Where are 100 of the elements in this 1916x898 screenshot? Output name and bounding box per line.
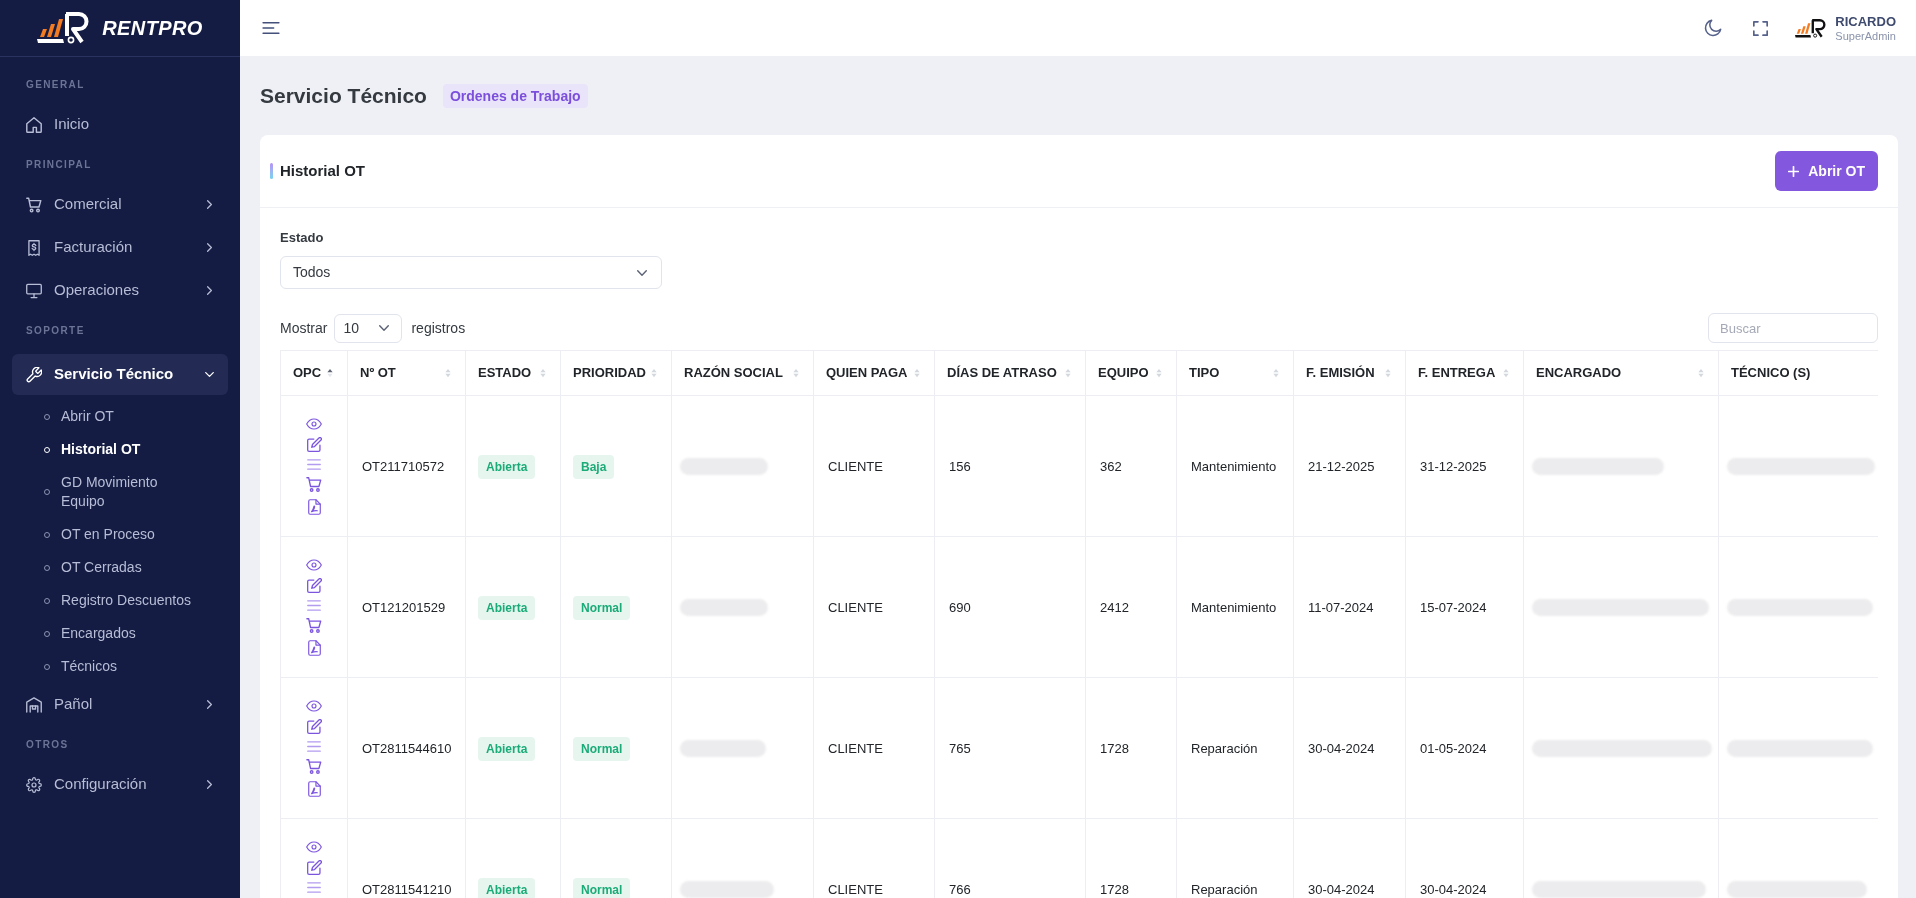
cart-icon[interactable] — [306, 476, 322, 492]
nav-item[interactable]: Servicio Técnico — [12, 354, 228, 395]
menu-icon[interactable] — [262, 21, 280, 35]
column-header[interactable]: EQUIPO — [1085, 350, 1177, 396]
column-header[interactable]: DÍAS DE ATRASO — [934, 350, 1086, 396]
table-cell: 15-07-2024 — [1420, 600, 1487, 615]
table-cell: 30-04-2024 — [1308, 882, 1375, 897]
column-header[interactable]: F. ENTREGA — [1405, 350, 1524, 396]
chevron-down-icon — [379, 325, 390, 331]
column-header[interactable]: F. EMISIÓN — [1293, 350, 1406, 396]
table-cell: CLIENTE — [828, 459, 883, 474]
nav-item[interactable]: Facturación — [12, 226, 228, 269]
table-cell: 156 — [949, 459, 971, 474]
home-icon — [26, 116, 42, 133]
table-cell: Mantenimiento — [1191, 600, 1277, 615]
table-cell: 30-04-2024 — [1420, 882, 1487, 897]
submenu-item[interactable]: Abrir OT — [44, 400, 220, 433]
section-label: SOPORTE — [26, 324, 85, 338]
moon-icon[interactable] — [1704, 19, 1723, 37]
column-header[interactable]: ENCARGADO — [1523, 350, 1719, 396]
pdf-file-icon[interactable] — [307, 639, 321, 656]
table-cell: 766 — [949, 882, 971, 897]
column-header[interactable]: RAZÓN SOCIAL — [671, 350, 814, 396]
table-cell: 11-07-2024 — [1308, 600, 1374, 615]
monitor-icon — [26, 282, 42, 299]
page-size-select[interactable]: 10 — [334, 313, 403, 343]
chevron-down-icon — [637, 269, 647, 276]
cart-icon[interactable] — [306, 617, 322, 633]
page-size-label: Mostrar — [280, 318, 328, 338]
gear-icon — [26, 776, 42, 793]
status-badge: Abierta — [478, 736, 536, 761]
submenu-item[interactable]: OT Cerradas — [44, 551, 220, 584]
column-header[interactable]: QUIEN PAGA — [813, 350, 935, 396]
nav-item[interactable]: Comercial — [12, 183, 228, 226]
card-title: Historial OT — [280, 160, 365, 181]
nav-item[interactable]: Operaciones — [12, 269, 228, 312]
edit-icon[interactable] — [306, 577, 322, 593]
table-cell: 690 — [949, 600, 971, 615]
plus-icon — [1788, 165, 1800, 177]
submenu-item[interactable]: Encargados — [44, 617, 220, 650]
cart-icon — [26, 196, 42, 213]
column-header[interactable]: Nº OT — [347, 350, 466, 396]
nav-item[interactable]: Pañol — [12, 683, 228, 726]
eye-icon[interactable] — [306, 417, 322, 430]
priority-badge: Baja — [573, 454, 615, 479]
avatar-icon — [1795, 18, 1828, 38]
table-cell: 31-12-2025 — [1420, 459, 1487, 474]
table-cell: OT2811541210 — [362, 882, 452, 897]
section-label: PRINCIPAL — [26, 158, 92, 172]
table-cell: CLIENTE — [828, 600, 883, 615]
table-cell: Mantenimiento — [1191, 459, 1277, 474]
table-cell: 362 — [1100, 459, 1122, 474]
submenu-item[interactable]: Historial OT — [44, 433, 220, 466]
eye-icon[interactable] — [306, 699, 322, 712]
column-header[interactable]: TIPO — [1176, 350, 1294, 396]
priority-badge: Normal — [573, 736, 631, 761]
edit-icon[interactable] — [306, 718, 322, 734]
nav-item[interactable]: Inicio — [12, 103, 228, 146]
status-select[interactable]: Todos — [280, 256, 662, 289]
priority-badge: Normal — [573, 877, 631, 898]
status-badge: Abierta — [478, 877, 536, 898]
column-header[interactable]: ESTADO — [465, 350, 561, 396]
nav-item[interactable]: Configuración — [12, 763, 228, 806]
breadcrumb-badge: Ordenes de Trabajo — [442, 84, 588, 108]
pdf-file-icon[interactable] — [307, 498, 321, 515]
column-header[interactable]: TÉCNICO (S) — [1718, 350, 1878, 396]
cart-icon[interactable] — [306, 758, 322, 774]
brand-name: RENTPRO — [102, 16, 203, 41]
eye-icon[interactable] — [306, 558, 322, 571]
eye-icon[interactable] — [306, 840, 322, 853]
user-role: SuperAdmin — [1835, 28, 1896, 43]
status-badge: Abierta — [478, 454, 536, 479]
wrench-icon — [26, 366, 42, 383]
table-cell: 30-04-2024 — [1308, 741, 1375, 756]
accent-bar-icon — [270, 163, 273, 179]
search-field[interactable]: Buscar — [1708, 313, 1878, 343]
field-label: Estado — [280, 230, 324, 246]
submenu-item[interactable]: Técnicos — [44, 650, 220, 683]
section-label: OTROS — [26, 738, 69, 752]
table-cell: 1728 — [1100, 882, 1129, 897]
table-cell: 01-05-2024 — [1420, 741, 1487, 756]
submenu-item[interactable]: Registro Descuentos — [44, 584, 220, 617]
column-header[interactable]: OPC — [280, 350, 348, 396]
warehouse-icon — [26, 696, 42, 713]
table-cell: 21-12-2025 — [1308, 459, 1375, 474]
edit-icon[interactable] — [306, 859, 322, 875]
column-header[interactable]: PRIORIDAD — [560, 350, 672, 396]
table-cell: OT121201529 — [362, 600, 446, 615]
table-cell: Reparación — [1191, 741, 1258, 756]
submenu-item[interactable]: GD Movimiento Equipo — [44, 466, 220, 518]
submenu-item[interactable]: OT en Proceso — [44, 518, 220, 551]
table-cell: CLIENTE — [828, 741, 883, 756]
fullscreen-icon[interactable] — [1753, 20, 1769, 36]
table-cell: OT2811544610 — [362, 741, 452, 756]
edit-icon[interactable] — [306, 436, 322, 452]
page-size-label: registros — [411, 318, 466, 338]
priority-badge: Normal — [573, 595, 631, 620]
receipt-icon — [26, 239, 42, 256]
pdf-file-icon[interactable] — [307, 780, 321, 797]
open-ot-button[interactable]: Abrir OT — [1775, 151, 1878, 191]
